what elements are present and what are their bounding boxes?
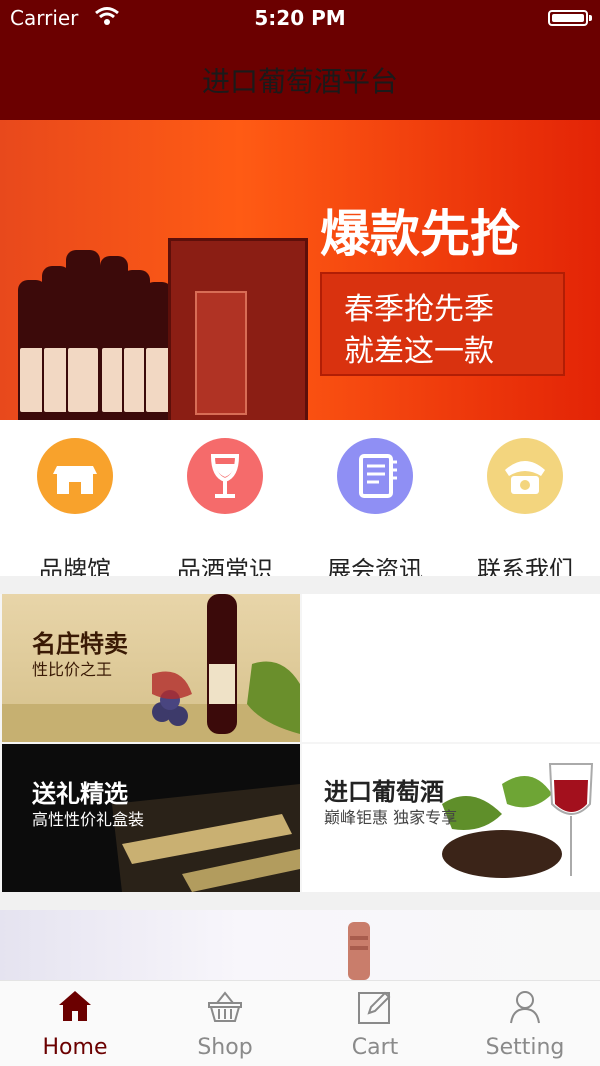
category-contact-us[interactable]: 联系我们 xyxy=(450,436,600,584)
tile-title: 进口葡萄酒 xyxy=(324,778,444,806)
tile-imported-wine[interactable]: 进口葡萄酒 巅峰钜惠 独家专享 xyxy=(302,744,600,892)
category-brand-hall[interactable]: 品牌馆 xyxy=(0,436,150,584)
banner-line-1: 春季抢先季 xyxy=(344,292,494,327)
tile-subtitle: 高性性价礼盒装 xyxy=(32,810,145,829)
tile-title: 送礼精选 xyxy=(32,780,128,808)
tab-label: Shop xyxy=(197,1035,253,1060)
tab-home[interactable]: Home xyxy=(0,981,150,1066)
notebook-icon xyxy=(337,438,413,514)
bottom-tab-bar: Home Shop Cart Setting xyxy=(0,980,600,1066)
status-time: 5:20 PM xyxy=(254,6,346,30)
storefront-icon xyxy=(37,438,113,514)
category-exhibition-news[interactable]: 展会资讯 xyxy=(300,436,450,584)
basket-icon xyxy=(208,991,242,1022)
gift-box-image xyxy=(168,238,308,438)
section-divider xyxy=(0,892,600,910)
page-title: 进口葡萄酒平台 xyxy=(201,65,398,98)
wine-glass-icon xyxy=(187,438,263,514)
tile-empty xyxy=(302,594,600,742)
tab-setting[interactable]: Setting xyxy=(450,981,600,1066)
home-icon xyxy=(59,991,91,1021)
battery-icon xyxy=(548,10,592,26)
status-bar: Carrier 5:20 PM xyxy=(0,0,600,40)
tab-cart[interactable]: Cart xyxy=(300,981,450,1066)
feature-grid: 名庄特卖 性比价之王 送礼精选 高性性价礼盒装 进口葡萄酒 巅峰钜惠 独家专享 xyxy=(0,594,600,892)
product-image-strip[interactable] xyxy=(0,910,600,980)
tile-famous-estate-sale[interactable]: 名庄特卖 性比价之王 xyxy=(2,594,300,742)
wine-bottle-neck-image xyxy=(348,922,370,980)
tab-label: Setting xyxy=(485,1035,565,1060)
section-divider xyxy=(0,576,600,594)
tile-title: 名庄特卖 xyxy=(32,630,128,658)
banner-subtitle-box: 春季抢先季 就差这一款 xyxy=(320,272,565,376)
edit-icon xyxy=(358,991,391,1024)
banner-headline: 爆款先抢 xyxy=(320,205,520,263)
tile-gift-selection[interactable]: 送礼精选 高性性价礼盒装 xyxy=(2,744,300,892)
app-header: Carrier 5:20 PM 进口葡萄酒平台 xyxy=(0,0,600,120)
category-menu: 品牌馆 品酒常识 展会资讯 联系我们 xyxy=(0,420,600,584)
person-icon xyxy=(510,991,540,1024)
category-wine-knowledge[interactable]: 品酒常识 xyxy=(150,436,300,584)
tab-label: Cart xyxy=(351,1035,399,1060)
telephone-icon xyxy=(487,438,563,514)
tile-subtitle: 巅峰钜惠 独家专享 xyxy=(324,808,458,827)
tile-subtitle: 性比价之王 xyxy=(32,660,113,679)
tab-label: Home xyxy=(42,1035,108,1060)
tab-shop[interactable]: Shop xyxy=(150,981,300,1066)
banner-line-2: 就差这一款 xyxy=(344,334,494,369)
promo-banner[interactable]: 爆款先抢 春季抢先季 就差这一款 xyxy=(0,120,600,440)
